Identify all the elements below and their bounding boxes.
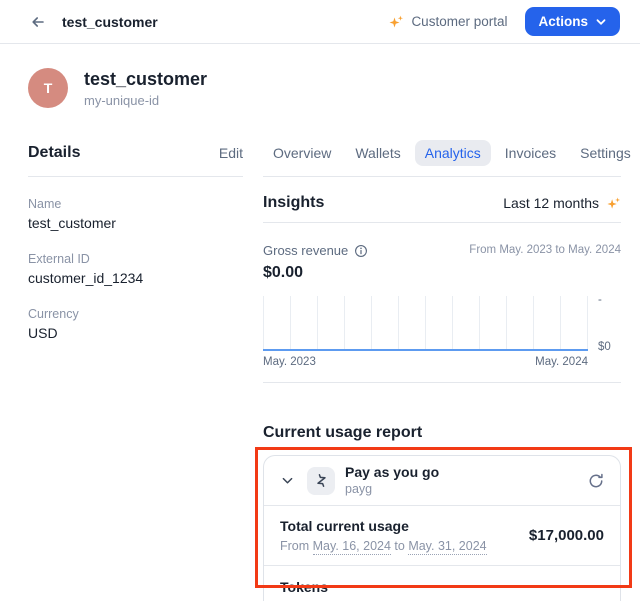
refresh-button[interactable] xyxy=(586,471,606,491)
customer-portal-link[interactable]: Customer portal xyxy=(388,14,507,30)
usage-card: Pay as you go payg Total current usage xyxy=(263,455,621,601)
actions-button-label: Actions xyxy=(538,14,588,29)
sparkles-icon xyxy=(388,14,404,30)
chart-x-axis: May. 2023 May. 2024 xyxy=(263,356,588,368)
tab-bar: Overview Wallets Analytics Invoices Sett… xyxy=(263,140,621,166)
customer-identity: test_customer my-unique-id xyxy=(84,68,207,108)
top-bar-title: test_customer xyxy=(62,14,158,30)
gross-revenue-value: $0.00 xyxy=(263,264,368,282)
chart-plot-wrap: May. 2023 May. 2024 xyxy=(263,296,588,368)
gross-revenue-chart: May. 2023 May. 2024 - $0 xyxy=(263,296,621,368)
plan-info: Pay as you go payg xyxy=(345,464,439,497)
tab-settings[interactable]: Settings xyxy=(570,140,640,166)
actions-button[interactable]: Actions xyxy=(525,7,620,36)
content-panel: Overview Wallets Analytics Invoices Sett… xyxy=(263,140,621,601)
tab-overview[interactable]: Overview xyxy=(263,140,341,166)
tab-wallets[interactable]: Wallets xyxy=(345,140,410,166)
details-title: Details xyxy=(28,144,80,162)
usage-plan-row[interactable]: Pay as you go payg xyxy=(264,456,620,506)
collapse-toggle-button[interactable] xyxy=(278,471,297,490)
chart-divider xyxy=(263,382,621,383)
customer-header: T test_customer my-unique-id xyxy=(0,44,640,108)
gross-revenue-period: From May. 2023 to May. 2024 xyxy=(469,243,621,256)
period-prefix: From xyxy=(280,539,313,553)
y-tick-label: - xyxy=(598,294,611,306)
gross-revenue-header: Gross revenue $0.00 From May. 2023 to Ma… xyxy=(263,243,621,282)
tabs-divider xyxy=(263,176,621,177)
customer-name: test_customer xyxy=(84,68,207,90)
info-icon[interactable] xyxy=(354,244,368,258)
field-label: External ID xyxy=(28,251,243,267)
details-panel: Details Edit Name test_customer External… xyxy=(28,140,243,342)
arrow-left-icon xyxy=(30,14,46,30)
avatar-initial: T xyxy=(44,80,53,96)
chevron-down-icon xyxy=(595,16,607,28)
total-usage-info: Total current usage From May. 16, 2024 t… xyxy=(280,517,487,554)
details-header: Details Edit xyxy=(28,140,243,166)
field-value: test_customer xyxy=(28,214,243,232)
period-date-to[interactable]: May. 31, 2024 xyxy=(408,539,486,555)
insights-title: Insights xyxy=(263,194,324,212)
tab-analytics[interactable]: Analytics xyxy=(415,140,491,166)
field-label: Name xyxy=(28,196,243,212)
plan-name: Pay as you go xyxy=(345,464,439,481)
top-bar-right: Customer portal Actions xyxy=(388,7,620,36)
gross-revenue-label: Gross revenue xyxy=(263,243,348,258)
period-middle: to xyxy=(391,539,408,553)
customer-unique-id: my-unique-id xyxy=(84,93,207,108)
field-name: Name test_customer xyxy=(28,196,243,232)
main-content: Details Edit Name test_customer External… xyxy=(0,108,640,601)
chevron-down-icon xyxy=(280,473,295,488)
gross-revenue-left: Gross revenue $0.00 xyxy=(263,243,368,282)
total-usage-amount: $17,000.00 xyxy=(529,527,604,544)
field-external-id: External ID customer_id_1234 xyxy=(28,251,243,287)
period-date-from[interactable]: May. 16, 2024 xyxy=(313,539,391,555)
chart-zero-line xyxy=(263,349,588,351)
insights-divider xyxy=(263,222,621,223)
pulse-icon xyxy=(314,473,329,488)
total-usage-label: Total current usage xyxy=(280,517,487,535)
total-usage-row: Total current usage From May. 16, 2024 t… xyxy=(264,506,620,566)
back-button[interactable] xyxy=(28,12,48,32)
field-label: Currency xyxy=(28,306,243,322)
y-tick-label: $0 xyxy=(598,341,611,353)
avatar: T xyxy=(28,68,68,108)
x-tick-label: May. 2024 xyxy=(535,356,588,368)
field-value: customer_id_1234 xyxy=(28,269,243,287)
plan-code: payg xyxy=(345,482,439,497)
top-bar-left: test_customer xyxy=(28,12,158,32)
sparkles-icon xyxy=(606,196,621,211)
field-value: USD xyxy=(28,324,243,342)
usage-item-name: Tokens xyxy=(280,578,604,596)
field-currency: Currency USD xyxy=(28,306,243,342)
gross-revenue-label-row: Gross revenue xyxy=(263,243,368,258)
insights-header: Insights Last 12 months xyxy=(263,194,621,212)
usage-report-title: Current usage report xyxy=(263,423,621,443)
period-selector[interactable]: Last 12 months xyxy=(503,195,621,211)
chart-y-axis: - $0 xyxy=(596,294,611,353)
period-label: Last 12 months xyxy=(503,195,599,211)
plan-icon-tile xyxy=(307,467,335,495)
page: test_customer Customer portal Actions T xyxy=(0,0,640,601)
top-bar: test_customer Customer portal Actions xyxy=(0,0,640,44)
total-usage-period: From May. 16, 2024 to May. 31, 2024 xyxy=(280,538,487,554)
tab-invoices[interactable]: Invoices xyxy=(495,140,566,166)
chart-plot-area xyxy=(263,296,588,351)
refresh-icon xyxy=(588,473,604,489)
x-tick-label: May. 2023 xyxy=(263,356,316,368)
usage-item-row: Tokens openai_tokens xyxy=(264,566,620,601)
details-divider xyxy=(28,176,243,177)
customer-portal-label: Customer portal xyxy=(411,14,507,29)
edit-button[interactable]: Edit xyxy=(219,145,243,161)
